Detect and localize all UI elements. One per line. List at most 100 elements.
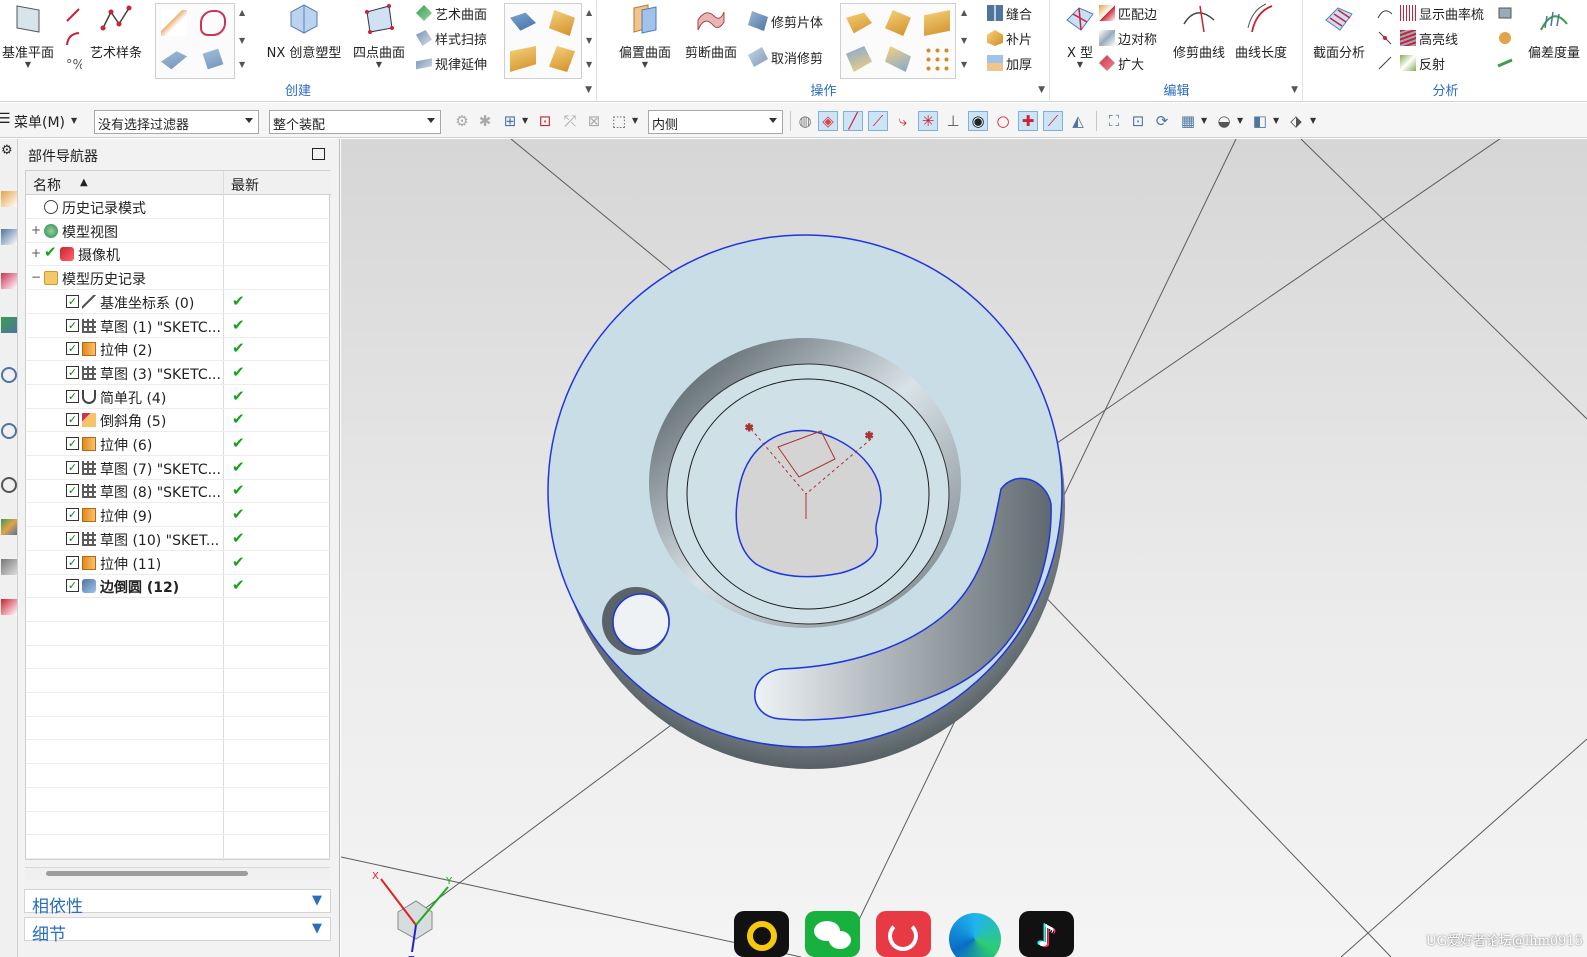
edge-browser-icon[interactable] <box>947 911 1002 957</box>
snap-quadrant-icon[interactable]: ◉ <box>968 111 988 131</box>
sort-ascending-icon[interactable]: ▲ <box>80 177 88 188</box>
datum-plane-button[interactable]: 基准平面 ▼ <box>0 2 58 69</box>
gallery-more-icon[interactable]: ▼ <box>961 60 967 69</box>
snap-point-on-face-icon[interactable]: ⟋ <box>1043 111 1063 131</box>
offset-face-icon[interactable] <box>846 46 872 72</box>
tree-row[interactable]: ✓ 草图 (8) "SKETC... ✔ <box>26 479 331 504</box>
bounded-plane-icon[interactable] <box>510 12 536 31</box>
part-filter-icon[interactable]: ◍ <box>795 111 815 131</box>
line-icon[interactable] <box>64 6 82 24</box>
gallery-up-icon[interactable]: ▲ <box>586 8 592 17</box>
feature-checkbox[interactable]: ✓ <box>66 555 79 569</box>
model-canvas[interactable]: ✱ ✱ <box>341 139 1587 957</box>
gallery-more-icon[interactable]: ▼ <box>239 60 245 69</box>
horizontal-scrollbar-thumb[interactable] <box>46 871 248 876</box>
edge-symmetry-button[interactable]: 边对称 <box>1099 27 1157 49</box>
feature-checkbox[interactable]: ✓ <box>66 389 79 403</box>
swept-icon[interactable] <box>161 51 187 70</box>
trim-curve-button[interactable]: 修剪曲线 <box>1169 2 1229 61</box>
match-edge-button[interactable]: 匹配边 <box>1099 2 1157 24</box>
hd3d-tools-icon[interactable] <box>1 367 17 383</box>
snap-intersection-icon[interactable]: ✳ <box>918 111 938 131</box>
styled-sweep-button[interactable]: 样式扫掠 <box>416 27 487 49</box>
highlight-lines-button[interactable]: 高亮线 <box>1400 27 1458 49</box>
tree-row[interactable]: ✓ 拉伸 (2) ✔ <box>26 337 331 362</box>
dependencies-panel[interactable]: 相依性 ▼ <box>24 889 331 917</box>
system-materials-icon[interactable] <box>1 599 17 615</box>
snap-endpoint-icon[interactable]: ╱ <box>843 111 863 131</box>
feature-checkbox[interactable]: ✓ <box>66 365 79 379</box>
gallery-up-icon[interactable]: ▲ <box>961 8 967 17</box>
tree-row[interactable]: ✓ 简单孔 (4) ✔ <box>26 385 331 409</box>
face-curvature-icon[interactable] <box>1496 4 1514 22</box>
section-analysis-button[interactable]: 截面分析 <box>1308 2 1370 61</box>
slope-icon[interactable] <box>1496 29 1514 47</box>
general-selection-icon[interactable]: ⊞ <box>500 111 520 131</box>
sew-button[interactable]: 缝合 <box>987 2 1032 24</box>
reuse-library-icon[interactable] <box>1 317 17 333</box>
replace-face-icon[interactable] <box>885 46 911 72</box>
menu-icon[interactable]: ☰ <box>0 111 11 127</box>
point-icon[interactable]: °% <box>64 55 82 73</box>
thicken-button[interactable]: 加厚 <box>987 52 1032 74</box>
visibility-check-icon[interactable]: ✔ <box>44 243 57 261</box>
swoop-icon[interactable] <box>549 10 575 36</box>
gallery-down-icon[interactable]: ▼ <box>586 36 592 45</box>
deviation-gauge-button[interactable]: 偏差度量 <box>1518 2 1587 61</box>
settings-icon[interactable]: ⚙ <box>1 143 17 159</box>
snap-control-point-icon[interactable]: ⤷ <box>893 111 913 131</box>
tree-row[interactable]: ✓ 草图 (10) "SKET... ✔ <box>26 527 331 551</box>
selection-filter-select[interactable]: 没有选择过滤器 <box>94 110 259 134</box>
collapse-icon[interactable]: − <box>31 270 41 284</box>
selection-scope-select[interactable]: 整个装配 <box>269 110 441 134</box>
select-feature-icon[interactable]: ⚙ <box>452 111 472 131</box>
four-point-surface-button[interactable]: 四点曲面 ▼ <box>350 2 408 69</box>
solid-body-icon[interactable]: ◈ <box>818 111 838 131</box>
chevron-down-icon[interactable]: ▼ <box>1273 116 1279 125</box>
studio-surface-button[interactable]: 艺术曲面 <box>416 2 487 24</box>
select-all-icon[interactable]: ⊡ <box>535 111 555 131</box>
feature-checkbox[interactable]: ✓ <box>66 484 79 498</box>
x-form-button[interactable]: X 型 ▼ <box>1057 2 1103 69</box>
chevron-down-icon[interactable]: ▼ <box>312 921 322 936</box>
trim-sheet-button[interactable]: 剪断曲面 <box>680 2 742 61</box>
maximize-icon[interactable] <box>312 148 325 160</box>
arc-icon[interactable] <box>64 30 82 48</box>
chevron-down-icon[interactable]: ▼ <box>522 116 528 125</box>
edit-section-icon[interactable]: ⬗ <box>1286 111 1306 131</box>
app-icon-1[interactable] <box>734 911 789 957</box>
tree-row[interactable]: + 模型视图 <box>26 219 331 243</box>
through-curves-icon[interactable] <box>510 46 536 72</box>
select-body-icon[interactable]: ✱ <box>475 111 495 131</box>
tree-row[interactable]: ✓ 草图 (1) "SKETC... ✔ <box>26 314 331 338</box>
tree-row[interactable]: − 模型历史记录 <box>26 266 331 291</box>
gallery-down-icon[interactable]: ▼ <box>239 36 245 45</box>
enlarge-button[interactable]: 扩大 <box>1099 52 1144 74</box>
part-navigator-icon[interactable] <box>1 273 17 289</box>
feature-checkbox[interactable]: ✓ <box>66 531 79 545</box>
feature-checkbox[interactable]: ✓ <box>66 437 79 450</box>
details-panel[interactable]: 细节 ▼ <box>24 917 331 945</box>
snap-existing-point-icon[interactable]: ✚ <box>1018 111 1038 131</box>
process-studio-icon[interactable] <box>1 519 17 535</box>
tiktok-icon[interactable]: ♪ <box>1019 911 1074 957</box>
feature-checkbox[interactable]: ✓ <box>66 413 79 427</box>
wechat-icon[interactable] <box>805 911 860 957</box>
patch-button[interactable]: 补片 <box>987 27 1032 49</box>
chevron-down-icon[interactable]: ▼ <box>312 893 322 908</box>
gallery-up-icon[interactable]: ▲ <box>239 8 245 17</box>
tree-row[interactable]: 历史记录模式 <box>26 195 331 219</box>
fill-surface-icon[interactable] <box>200 10 226 36</box>
assembly-navigator-icon[interactable] <box>1 191 17 207</box>
fit-view-icon[interactable]: ⛶ <box>1104 111 1124 131</box>
deselect-icon[interactable]: ⊠ <box>584 111 604 131</box>
feature-checkbox[interactable]: ✓ <box>66 508 79 522</box>
feature-checkbox[interactable]: ✓ <box>66 318 79 332</box>
web-browser-icon[interactable] <box>1 423 17 439</box>
tree-row[interactable]: ✓ 基准坐标系 (0) ✔ <box>26 290 331 314</box>
untrim-button[interactable]: 取消修剪 <box>748 46 823 68</box>
gallery-down-icon[interactable]: ▼ <box>961 36 967 45</box>
render-style-icon[interactable]: ◒ <box>1214 111 1234 131</box>
reflection-button[interactable]: 反射 <box>1400 52 1445 74</box>
menu-button[interactable]: 菜单(M) <box>14 112 65 132</box>
